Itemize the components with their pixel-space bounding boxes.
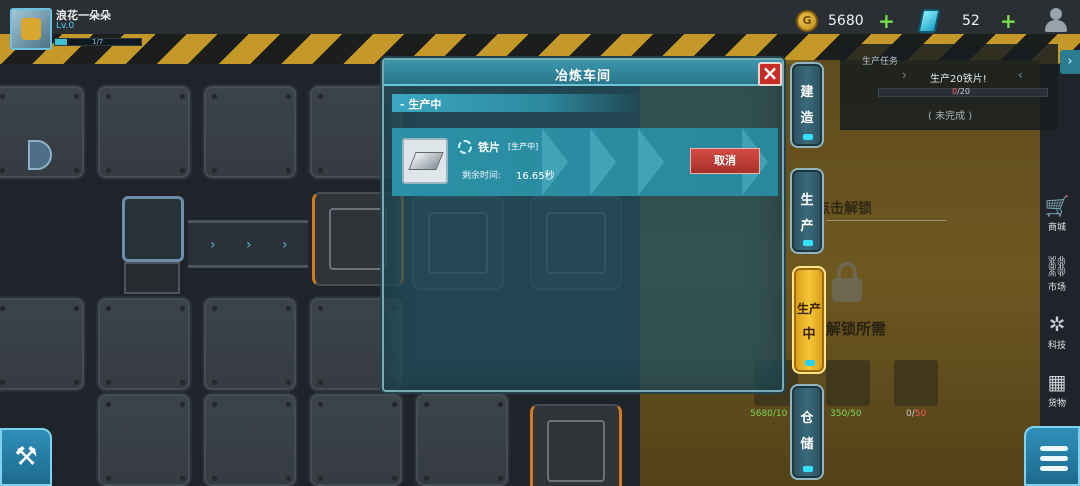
requirement-iron-slot [826,360,870,406]
tab-produce[interactable]: 生 产 [790,168,824,254]
item-status: [生产中] [508,142,539,151]
tab-label: 生产 [796,302,821,316]
sidebar-item-market[interactable]: ⛓ 市场 [1038,254,1076,293]
smelting-workshop-dialog: 冶炼车间 × - 生产中 铁片 [生产中] 剩余时间: 16.65秒 取消 [382,58,784,392]
tab-label: 储 [800,437,814,452]
dialog-header: 冶炼车间 [384,60,782,86]
sidebar-label: 市场 [1047,283,1066,293]
tab-storage[interactable]: 仓 储 [790,384,824,480]
floor-tile [96,84,192,180]
section-header: - 生产中 [392,94,642,112]
sidebar-item-tech[interactable]: ✲ 科技 [1038,312,1076,351]
cart-icon: 🛒 [1044,194,1070,218]
market-icon: ⛓ [1044,254,1070,278]
machine-base [124,262,180,294]
coin-icon: G [796,10,818,32]
production-row: 铁片 [生产中] 剩余时间: 16.65秒 取消 [392,128,778,196]
section-title: - 生产中 [400,98,442,111]
tab-label: 建 [800,85,814,100]
add-coins-button[interactable]: + [878,11,895,31]
conveyor-arrow-icon: › [282,237,288,253]
sidebar-item-goods[interactable]: ▦ 货物 [1038,370,1076,409]
sidebar-label: 货物 [1047,399,1066,409]
task-next-icon[interactable]: ‹ [1018,68,1023,82]
requirement-title: 解锁所需 [826,320,887,338]
floor-tile [308,392,404,486]
task-prev-icon[interactable]: › [902,68,907,82]
sidebar-item-shop[interactable]: 🛒 商城 [1038,194,1076,233]
iron-plate-icon [402,138,448,184]
sidebar-label: 商城 [1047,223,1066,233]
tab-in-production[interactable]: 生产 中 [792,266,826,374]
tab-gem-icon [803,466,813,472]
requirement-value: 5680/10 [750,409,788,419]
crate-icon: ▦ [1047,370,1067,394]
requirement-value: 0/50 [906,409,927,419]
add-gems-button[interactable]: + [1000,11,1017,31]
build-tools-button[interactable]: ⚒ [0,428,52,486]
tab-gem-icon [803,134,813,140]
player-level: Lv.0 [56,21,75,31]
friends-icon[interactable] [1042,6,1072,36]
tech-icon: ✲ [1048,312,1066,336]
tab-build[interactable]: 建 造 [790,62,824,148]
conveyor-arrow-icon: › [246,237,252,253]
collapse-panel-button[interactable]: › [1060,50,1080,74]
tab-label: 仓 [800,411,814,426]
gem-count: 52 [962,13,980,29]
loading-spinner-icon [458,140,472,154]
task-progress-text: 0/20 [952,87,970,96]
machine-body [122,196,184,262]
item-name: 铁片 [478,141,500,154]
task-status: ( 未完成 ) [928,111,973,122]
xp-bar-fill [55,39,68,45]
tab-label: 生 [800,193,814,208]
padlock-icon [832,262,862,302]
coin-count: 5680 [828,13,864,29]
floor-tile [0,296,86,392]
tab-label: 产 [800,219,814,234]
task-name: 生产20铁片! [930,74,987,85]
chevron-decor [590,128,616,196]
chevron-decor [638,128,664,196]
floor-tile [96,296,192,392]
conveyor-arrow-icon: › [210,237,216,253]
machine-slot[interactable] [530,404,622,486]
avatar[interactable] [10,8,52,50]
dialog-title: 冶炼车间 [554,69,611,84]
sidebar-label: 科技 [1047,341,1066,351]
tab-label: 造 [800,111,814,126]
tab-gem-icon [803,240,813,246]
smelter-machine[interactable] [96,196,186,296]
floor-tile [414,392,510,486]
divider [826,220,946,221]
requirement-value: 350/50 [830,409,862,419]
floor-tile [96,392,192,486]
floor-tile [202,392,298,486]
floor-tile [202,296,298,392]
task-panel-title: 生产任务 [862,57,899,67]
unlock-prompt[interactable]: 点击解锁 [816,198,872,218]
time-remaining-label: 剩余时间: [462,171,502,181]
requirement-wood-slot [894,360,938,406]
close-button[interactable]: × [758,62,782,86]
main-menu-button[interactable] [1024,426,1080,486]
chevron-decor [542,128,568,196]
cancel-button[interactable]: 取消 [690,148,760,174]
xp-text: 1/7 [92,38,104,46]
time-remaining-value: 16.65秒 [516,171,555,182]
conveyor-belt: › › › [188,220,308,268]
tab-label: 中 [802,327,816,342]
floor-tile [202,84,298,180]
tab-gem-icon [805,360,815,366]
